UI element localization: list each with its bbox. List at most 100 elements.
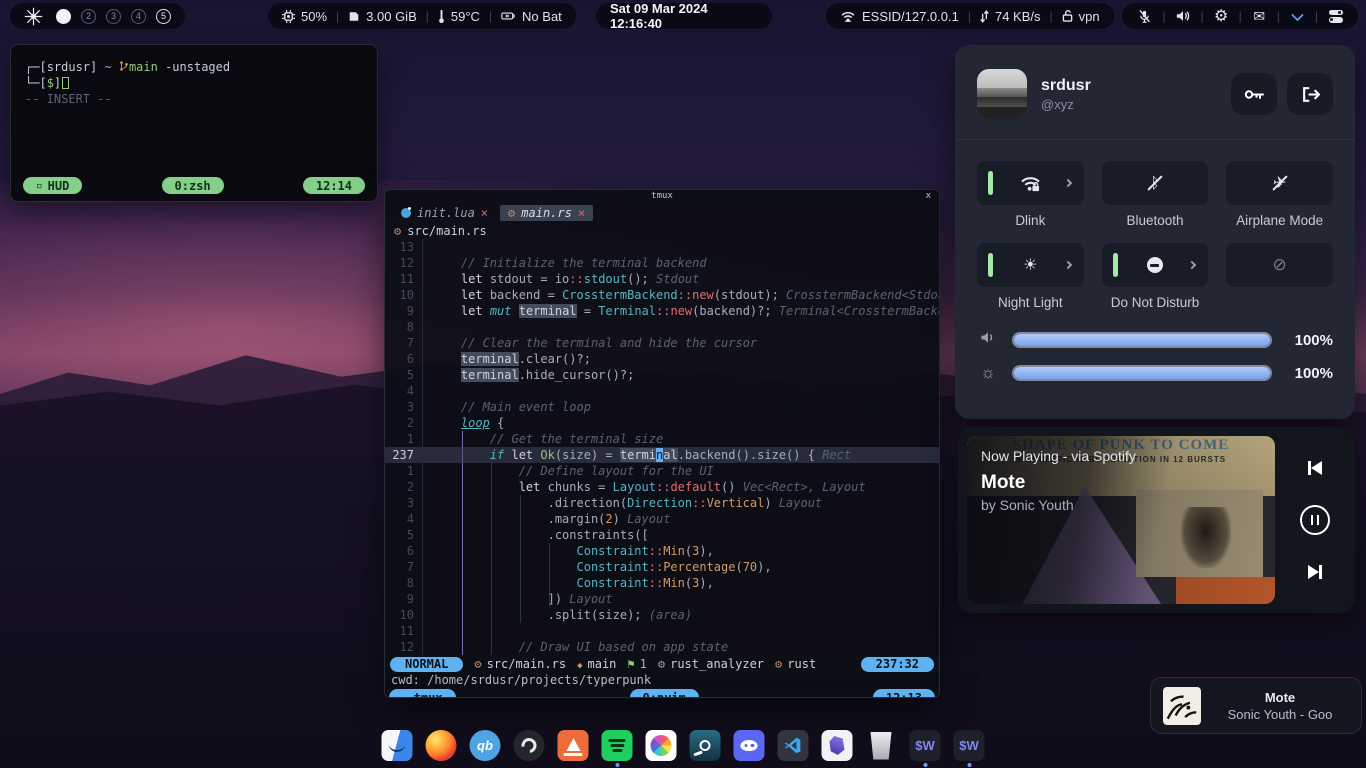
speaker-icon[interactable]	[1175, 8, 1192, 25]
dock-file-manager-icon[interactable]	[382, 730, 413, 761]
tmux-session-pill[interactable]: HUD	[23, 177, 82, 194]
prompt-line-1: ┌─[srdusr] ~ main -unstaged	[25, 59, 363, 75]
dock-vscode-icon[interactable]	[778, 730, 809, 761]
battery-stat: No Bat	[501, 9, 562, 24]
dock-trash-icon[interactable]	[866, 730, 897, 761]
statusline-diagnostics: 1	[627, 657, 646, 671]
tab-init-lua[interactable]: init.lua ×	[393, 205, 496, 221]
code-line: 8 Constraint::Min(3),	[385, 575, 939, 591]
code-line: 13	[385, 239, 939, 255]
code-line: 2 let chunks = Layout::default() Vec<Rec…	[385, 479, 939, 495]
workspace-2[interactable]: 2	[81, 9, 96, 24]
wifi-lock-icon	[1019, 174, 1042, 193]
code-line-current: 237 if let Ok(size) = terminal.backend()…	[385, 447, 939, 463]
tab-main-rs[interactable]: main.rs ×	[500, 205, 593, 221]
media-notification[interactable]: Mote Sonic Youth - Goo	[1150, 677, 1362, 734]
media-controls	[1284, 436, 1346, 604]
toggle-night-light[interactable]	[977, 243, 1084, 287]
running-indicator	[615, 763, 619, 767]
toggle-bluetooth[interactable]: ᛒ	[1102, 161, 1209, 205]
active-indicator	[988, 171, 993, 195]
tab-close-icon[interactable]: ×	[578, 206, 585, 220]
editor-window[interactable]: tmux x init.lua × main.rs × src/main.rs …	[384, 189, 940, 698]
cpu-value: 50%	[301, 9, 327, 24]
code-line: 8	[385, 319, 939, 335]
volume-slider[interactable]	[1012, 332, 1272, 348]
dock-dollar-w-2-icon[interactable]: $W	[954, 730, 985, 761]
cpu-icon	[282, 10, 295, 23]
dock-spotify-icon[interactable]	[602, 730, 633, 761]
tmux-session-pill[interactable]: tmux	[389, 689, 456, 698]
mail-icon[interactable]: ✉	[1251, 8, 1268, 25]
battery-missing-icon	[501, 11, 516, 21]
battery-value: No Bat	[522, 9, 562, 24]
track-title: Mote	[981, 472, 1136, 494]
track-artist: by Sonic Youth	[981, 497, 1136, 513]
code-line: 10 .split(size); (area)	[385, 607, 939, 623]
dock-qbittorrent-icon[interactable]: qb	[470, 730, 501, 761]
workspace-4[interactable]: 4	[131, 9, 146, 24]
terminal-window[interactable]: ┌─[srdusr] ~ main -unstaged └─[$] -- INS…	[10, 44, 378, 202]
toggle-blocked[interactable]	[1226, 243, 1333, 287]
divider	[955, 139, 1355, 140]
toggle-label	[1226, 295, 1333, 311]
rust-icon	[508, 206, 515, 220]
dock-obs-icon[interactable]	[514, 730, 545, 761]
dock-discord-icon[interactable]	[734, 730, 765, 761]
rust-icon	[474, 657, 481, 671]
dock-firefox-icon[interactable]	[426, 730, 457, 761]
code-area: 1312 // Initialize the terminal backend1…	[385, 239, 939, 655]
toggle-wifi-dlink[interactable]	[977, 161, 1084, 205]
tab-close-icon[interactable]: ×	[481, 206, 488, 220]
system-stats-pill: 50% | 3.00 GiB | 59°C | No Bat	[268, 3, 576, 29]
previous-track-button[interactable]	[1308, 461, 1322, 475]
pause-button[interactable]	[1300, 505, 1330, 535]
logo-star-icon[interactable]	[24, 7, 43, 26]
window-icon	[36, 177, 43, 194]
code-line: 5 terminal.hide_cursor()?;	[385, 367, 939, 383]
tmux-window-pill[interactable]: 0:nvim	[630, 689, 699, 698]
logout-button[interactable]	[1287, 73, 1333, 115]
wifi-icon	[840, 10, 856, 23]
dock-dollar-w-1-icon[interactable]: $W	[910, 730, 941, 761]
memory-value: 3.00 GiB	[366, 9, 417, 24]
clock-pill[interactable]: Sat 09 Mar 2024 12:16:40	[596, 3, 772, 29]
clock-text: Sat 09 Mar 2024 12:16:40	[610, 1, 758, 31]
dock-steam-icon[interactable]	[690, 730, 721, 761]
sun-icon	[1023, 255, 1037, 275]
code-rows: 1312 // Initialize the terminal backend1…	[385, 239, 939, 655]
chevron-down-icon[interactable]	[1289, 8, 1306, 25]
chevron-right-icon	[1063, 261, 1071, 269]
dock-obsidian-icon[interactable]	[822, 730, 853, 761]
dock-vlc-icon[interactable]	[558, 730, 589, 761]
tray-pill: | | ⚙ | ✉ | |	[1122, 3, 1358, 29]
brightness-slider[interactable]	[1012, 365, 1272, 381]
album-art: SHAPE OF PUNK TO COME A CHIMERICAL BOMBI…	[967, 436, 1275, 604]
code-line: 11 let stdout = io::stdout(); Stdout	[385, 271, 939, 287]
vpn-text: vpn	[1079, 9, 1100, 24]
statusline-filetype: rust	[775, 657, 816, 671]
microphone-muted-icon[interactable]	[1136, 8, 1153, 25]
workspace-3[interactable]: 3	[106, 9, 121, 24]
tmux-window-pill[interactable]: 0:zsh	[162, 177, 224, 194]
notification-body: Sonic Youth - Goo	[1211, 707, 1349, 722]
workspace-5[interactable]: 5	[156, 9, 171, 24]
vpn-stat[interactable]: vpn	[1062, 9, 1100, 24]
lock-keys-button[interactable]	[1231, 73, 1277, 115]
active-indicator	[988, 253, 993, 277]
toggle-label: Bluetooth	[1102, 213, 1209, 229]
quick-toggles-icon[interactable]	[1327, 8, 1344, 25]
wifi-stat[interactable]: ESSID/127.0.0.1	[840, 9, 959, 24]
settings-gear-icon[interactable]: ⚙	[1213, 8, 1230, 25]
workspace-1[interactable]	[56, 9, 71, 24]
toggle-do-not-disturb[interactable]	[1102, 243, 1209, 287]
gear-icon	[658, 657, 665, 671]
window-close-button[interactable]: x	[926, 190, 931, 203]
dock-photos-icon[interactable]	[646, 730, 677, 761]
lock-open-icon	[1062, 9, 1073, 23]
code-line: 1 // Get the terminal size	[385, 431, 939, 447]
next-track-button[interactable]	[1308, 565, 1322, 579]
avatar	[977, 69, 1027, 119]
code-line: 12 // Draw UI based on app state	[385, 639, 939, 655]
toggle-airplane-mode[interactable]: ✈	[1226, 161, 1333, 205]
